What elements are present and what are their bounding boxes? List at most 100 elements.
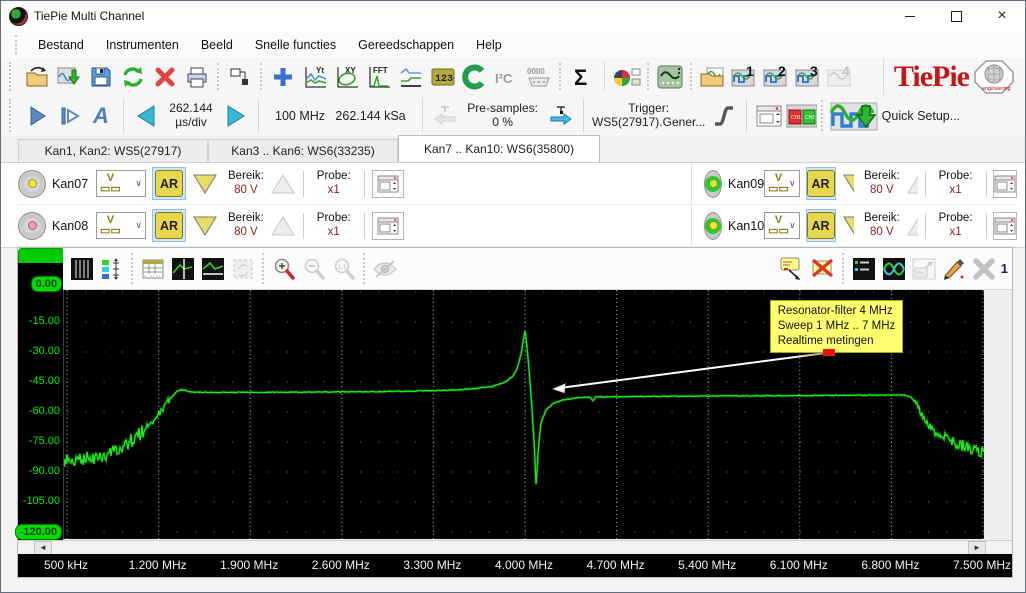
quick-setup-label[interactable]: Quick Setup... <box>880 109 971 123</box>
timebase-faster-button[interactable] <box>220 101 252 131</box>
autorange-button[interactable]: AR <box>155 170 183 197</box>
range-down-button[interactable] <box>192 215 218 237</box>
samplerate-recordlength[interactable]: 100 MHz 262.144 kSa <box>265 109 416 123</box>
range-down-button[interactable] <box>842 173 854 195</box>
grid-toggle-button[interactable] <box>67 254 97 284</box>
delete-comment-button[interactable] <box>808 254 838 284</box>
add-instrument-button[interactable] <box>267 62 299 92</box>
save-button[interactable] <box>85 62 117 92</box>
range-down-button[interactable] <box>842 215 854 237</box>
delete-button[interactable] <box>149 62 181 92</box>
menu-bestand[interactable]: Bestand <box>27 31 95 58</box>
coupling-select[interactable]: V▭▭∨ <box>96 212 146 239</box>
zoom-in-button[interactable] <box>269 254 299 284</box>
add-comment-button[interactable] <box>778 254 808 284</box>
tab-kan1-kan2[interactable]: Kan1, Kan2: WS5(27917) <box>18 139 208 162</box>
object-tree-button[interactable] <box>224 62 256 92</box>
yt-graph-button[interactable]: Yt <box>299 62 331 92</box>
autosetup-button[interactable]: A <box>85 101 117 131</box>
channel-settings-button[interactable] <box>372 170 404 198</box>
coupling-select[interactable]: V▭▭∨ <box>764 212 799 239</box>
range-up-button-disabled[interactable] <box>270 173 296 195</box>
oneshot-button[interactable] <box>53 101 85 131</box>
toolbar-grip[interactable] <box>15 35 21 54</box>
open-file-button[interactable] <box>21 62 53 92</box>
scroll-right-button[interactable]: ► <box>968 541 986 555</box>
value-table-button[interactable] <box>138 254 168 284</box>
meter-button[interactable]: 123 <box>427 62 459 92</box>
x-axis-bar[interactable]: 500 kHz1.200 MHz1.900 MHz2.600 MHz3.300 … <box>18 554 1012 577</box>
print-button[interactable] <box>181 62 213 92</box>
toolbar-grip[interactable] <box>9 99 15 132</box>
minimize-button[interactable] <box>887 1 933 31</box>
preset-2-button[interactable]: 2 <box>761 62 793 92</box>
bnc-connector-icon[interactable] <box>18 170 46 198</box>
close-button[interactable]: × <box>979 1 1025 31</box>
trigger-display[interactable]: Trigger: WS5(27917).Gener... <box>590 102 708 130</box>
maximize-button[interactable] <box>933 1 979 31</box>
tab-kan3-kan6[interactable]: Kan3 .. Kan6: WS6(33235) <box>208 139 398 162</box>
range-up-button-disabled[interactable] <box>270 215 296 237</box>
preset-3-button[interactable]: 3 <box>793 62 825 92</box>
cursor-horizontal-button[interactable] <box>198 254 228 284</box>
presamples-decrease-button[interactable] <box>429 101 461 131</box>
y-axis-column[interactable]: 0.00-15.00-30.00-45.00-60.00-75.00-90.00… <box>18 263 63 540</box>
presamples-increase-button[interactable] <box>545 101 577 131</box>
color-settings-button[interactable] <box>611 62 643 92</box>
channel-settings-button[interactable] <box>372 212 404 240</box>
comment-tooltip[interactable]: Resonator-filter 4 MHz Sweep 1 MHz .. 7 … <box>770 300 904 353</box>
range-down-button[interactable] <box>192 173 218 195</box>
signal-view-button[interactable] <box>395 62 427 92</box>
close-graph-button-disabled[interactable] <box>969 254 999 284</box>
timebase-slower-button[interactable] <box>130 101 162 131</box>
channel-settings-button[interactable] <box>993 212 1017 240</box>
open-setfile-button[interactable] <box>697 62 729 92</box>
menu-gereedschappen[interactable]: Gereedschappen <box>347 31 465 58</box>
menu-instrumenten[interactable]: Instrumenten <box>95 31 190 58</box>
i2c-button[interactable]: I²C <box>491 62 523 92</box>
bnc-connector-icon[interactable] <box>18 212 46 240</box>
autorange-button[interactable]: AR <box>807 212 835 239</box>
horizontal-scrollbar[interactable]: ◄ ► <box>18 540 1012 554</box>
autorange-button[interactable]: AR <box>155 212 183 239</box>
zoom-out-button-disabled[interactable] <box>299 254 329 284</box>
bnc-connector-icon[interactable] <box>704 170 722 198</box>
zoom-reset-button-disabled[interactable]: 1:1 <box>329 254 359 284</box>
menu-beeld[interactable]: Beeld <box>190 31 244 58</box>
export-graph-button-disabled[interactable] <box>909 254 939 284</box>
range-up-button-disabled[interactable] <box>906 215 918 237</box>
trace-style-button[interactable] <box>879 254 909 284</box>
sum-button[interactable]: Σ <box>566 62 598 92</box>
axes-setup-button[interactable] <box>97 254 127 284</box>
crest-button[interactable] <box>459 62 491 92</box>
menu-snelle-functies[interactable]: Snelle functies <box>244 31 347 58</box>
coupling-select[interactable]: V▭▭∨ <box>96 170 146 197</box>
quick-setup-button[interactable] <box>828 101 880 131</box>
tab-kan7-kan10[interactable]: Kan7 .. Kan10: WS6(35800) <box>398 135 600 162</box>
legend-toggle-button[interactable] <box>849 254 879 284</box>
serial-button[interactable]: 00II0 <box>523 62 555 92</box>
graph-panel-button[interactable] <box>654 62 686 92</box>
xy-graph-button[interactable]: XY <box>331 62 363 92</box>
channel-enable-button[interactable]: CH1CH2 <box>785 101 817 131</box>
trigger-settings-button[interactable] <box>753 101 785 131</box>
fft-graph-button[interactable]: FFT <box>363 62 395 92</box>
comment-anchor-handle[interactable] <box>823 349 835 356</box>
plot-area[interactable]: Resonator-filter 4 MHz Sweep 1 MHz .. 7 … <box>63 290 984 539</box>
range-up-button-disabled[interactable] <box>906 173 918 195</box>
bnc-connector-icon[interactable] <box>704 212 722 240</box>
preset-1-button[interactable]: 1 <box>729 62 761 92</box>
preset-4-button-disabled[interactable]: 4 <box>825 62 857 92</box>
scroll-left-button[interactable]: ◄ <box>34 541 52 555</box>
pen-tool-button[interactable] <box>939 254 969 284</box>
toolbar-grip[interactable] <box>9 62 15 91</box>
import-measurement-button[interactable] <box>53 62 85 92</box>
zoom-selection-button-disabled[interactable] <box>228 254 258 284</box>
start-measurement-button[interactable] <box>21 101 53 131</box>
trigger-slope-button[interactable] <box>708 101 740 131</box>
channel-settings-button[interactable] <box>993 170 1017 198</box>
visibility-button-disabled[interactable] <box>370 254 400 284</box>
autorange-button[interactable]: AR <box>807 170 835 197</box>
coupling-select[interactable]: V▭▭∨ <box>764 170 799 197</box>
refresh-button[interactable] <box>117 62 149 92</box>
